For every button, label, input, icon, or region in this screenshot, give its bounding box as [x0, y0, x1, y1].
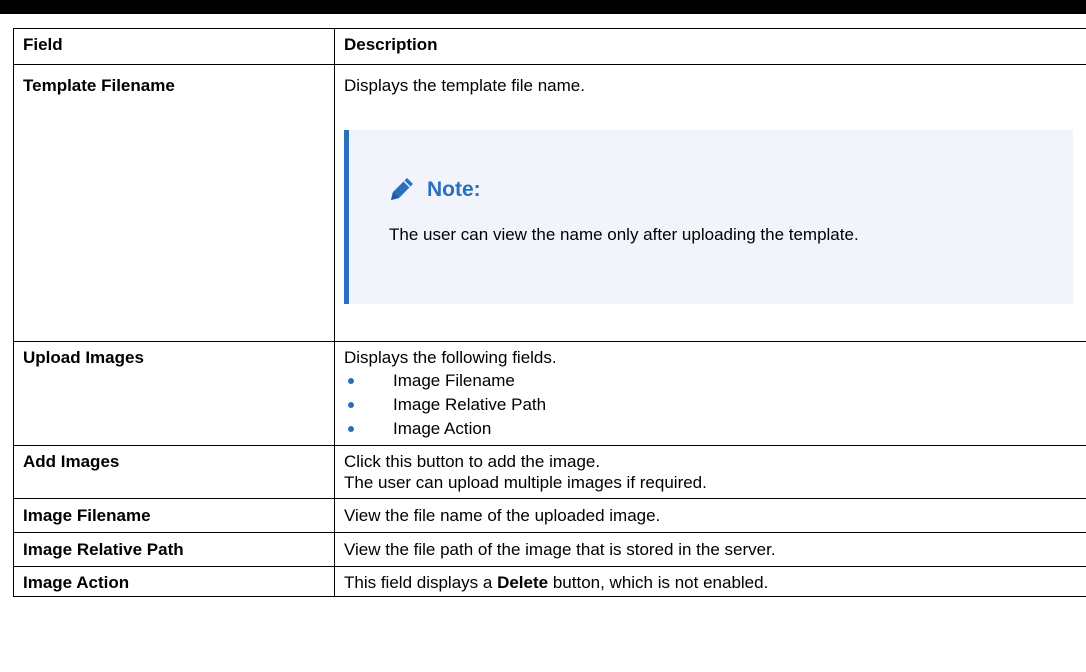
note-box: Note: The user can view the name only af… — [344, 130, 1073, 304]
field-description: View the file name of the uploaded image… — [334, 498, 1086, 533]
pencil-icon — [387, 176, 415, 202]
table-row: Image Action This field displays a Delet… — [13, 566, 1086, 597]
field-description: View the file path of the image that is … — [334, 532, 1086, 567]
delete-button-label: Delete — [497, 573, 549, 592]
header-field: Field — [13, 28, 335, 65]
field-name: Add Images — [13, 445, 335, 499]
bullet-list: Image Filename Image Relative Path Image… — [344, 369, 1077, 441]
note-title: Note: — [427, 177, 481, 201]
field-name: Image Filename — [13, 498, 335, 533]
field-name: Image Relative Path — [13, 532, 335, 567]
field-description: This field displays a Delete button, whi… — [334, 566, 1086, 597]
header-description: Description — [334, 28, 1086, 65]
field-description: Displays the template file name. Note: T — [334, 64, 1086, 342]
note-text: The user can view the name only after up… — [389, 225, 859, 244]
field-name: Image Action — [13, 566, 335, 597]
table-row: Image Filename View the file name of the… — [13, 498, 1086, 533]
list-item: Image Relative Path — [344, 393, 1077, 417]
table-row: Template Filename Displays the template … — [13, 64, 1086, 342]
bullet-icon — [348, 378, 354, 384]
description-line: The user can upload multiple images if r… — [344, 473, 707, 492]
table-header-row: Field Description — [13, 28, 1086, 65]
bullet-icon — [348, 402, 354, 408]
table-row: Upload Images Displays the following fie… — [13, 341, 1086, 446]
field-name: Upload Images — [13, 341, 335, 446]
field-description-table: Field Description Template Filename Disp… — [13, 28, 1086, 597]
list-item: Image Filename — [344, 369, 1077, 393]
table-row: Image Relative Path View the file path o… — [13, 532, 1086, 567]
list-item: Image Action — [344, 417, 1077, 441]
bullet-icon — [348, 426, 354, 432]
description-line: Click this button to add the image. — [344, 452, 601, 471]
table-row: Add Images Click this button to add the … — [13, 445, 1086, 499]
note-header: Note: — [387, 174, 1053, 204]
field-name: Template Filename — [13, 64, 335, 342]
field-description: Displays the following fields. Image Fil… — [334, 341, 1086, 446]
description-text: Displays the template file name. — [344, 76, 585, 95]
top-rule — [0, 0, 1086, 14]
description-text: Displays the following fields. — [344, 348, 557, 367]
field-description: Click this button to add the image. The … — [334, 445, 1086, 499]
